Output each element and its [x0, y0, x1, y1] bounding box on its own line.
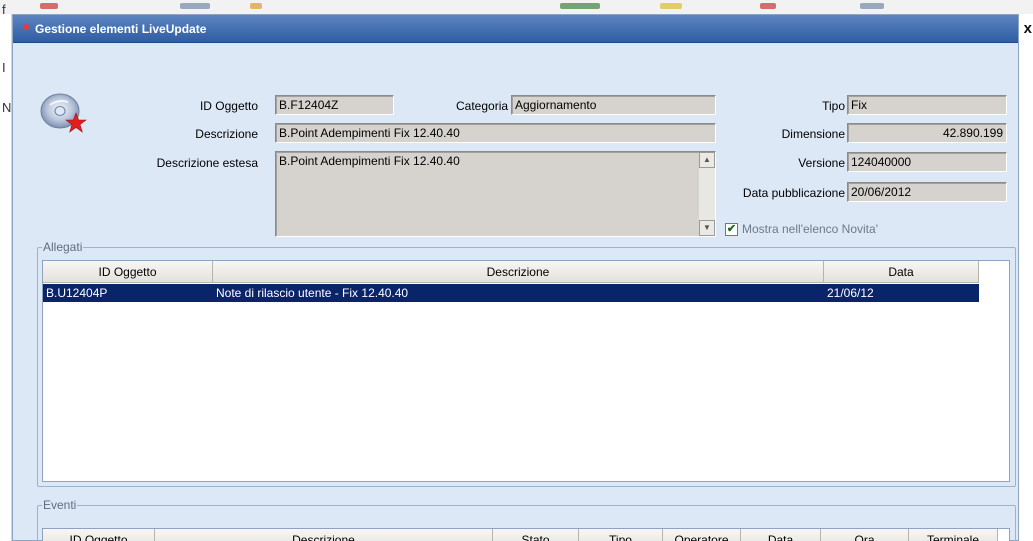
descrizione-estesa-textarea[interactable]: B.Point Adempimenti Fix 12.40.40 ▲ ▼: [275, 151, 716, 237]
descrizione-label: Descrizione: [195, 127, 258, 141]
column-header-descrizione[interactable]: Descrizione: [155, 529, 493, 541]
column-header-tipo[interactable]: Tipo: [579, 529, 663, 541]
id-oggetto-label: ID Oggetto: [199, 99, 258, 113]
id-oggetto-field[interactable]: B.F12404Z: [275, 95, 394, 115]
column-header-data[interactable]: Data: [741, 529, 821, 541]
allegati-group-title: Allegati: [42, 240, 84, 254]
column-header-ora[interactable]: Ora: [821, 529, 909, 541]
column-header-descrizione[interactable]: Descrizione: [213, 261, 824, 283]
scroll-up-icon[interactable]: ▲: [699, 152, 715, 168]
versione-field[interactable]: 124040000: [847, 152, 1007, 172]
allegati-grid[interactable]: ID Oggetto Descrizione Data B.U12404P No…: [42, 260, 1010, 482]
data-pubblicazione-field[interactable]: 20/06/2012: [847, 182, 1007, 202]
title-bar[interactable]: Gestione elementi LiveUpdate: [13, 15, 1018, 43]
cell-id-oggetto: B.U12404P: [46, 286, 108, 300]
background-toolbar-icon: [560, 3, 600, 9]
versione-label: Versione: [798, 156, 845, 170]
window-title: Gestione elementi LiveUpdate: [35, 22, 207, 36]
background-toolbar-icon: [860, 3, 884, 9]
allegati-group: Allegati ID Oggetto Descrizione Data B.U…: [37, 240, 1016, 487]
column-header-data[interactable]: Data: [824, 261, 979, 283]
allegati-grid-header: ID Oggetto Descrizione Data: [43, 261, 979, 283]
categoria-field[interactable]: Aggiornamento: [511, 95, 716, 115]
tipo-field[interactable]: Fix: [847, 95, 1007, 115]
mostra-novita-checkbox[interactable]: ✔: [725, 223, 738, 236]
dimensione-field[interactable]: 42.890.199: [847, 123, 1007, 143]
column-header-stato[interactable]: Stato: [493, 529, 579, 541]
categoria-label: Categoria: [456, 99, 509, 113]
cd-star-icon: [40, 93, 87, 133]
app-dot-icon: [23, 24, 29, 30]
background-toolbar-icon: [180, 3, 210, 9]
background-toolbar-icon: [40, 3, 58, 9]
column-header-id-oggetto[interactable]: ID Oggetto: [43, 529, 155, 541]
eventi-grid[interactable]: ID Oggetto Descrizione Stato Tipo Operat…: [42, 528, 1010, 541]
data-pubblicazione-label: Data pubblicazione: [742, 186, 845, 200]
background-glyph: f: [2, 2, 6, 17]
dimensione-label: Dimensione: [781, 127, 845, 141]
scroll-down-icon[interactable]: ▼: [699, 220, 715, 236]
background-glyph: N: [2, 100, 12, 115]
background-toolbar-icon: [760, 3, 776, 9]
eventi-group-title: Eventi: [42, 498, 78, 512]
cell-data: 21/06/12: [827, 286, 874, 300]
background-app-edge: f I N: [0, 2, 12, 541]
background-toolbar-strip: [0, 0, 1033, 14]
column-header-terminale[interactable]: Terminale: [909, 529, 998, 541]
tipo-label: Tipo: [822, 99, 845, 113]
eventi-group: Eventi ID Oggetto Descrizione Stato Tipo…: [37, 498, 1016, 541]
mostra-novita-label: Mostra nell'elenco Novita': [742, 222, 878, 236]
background-toolbar-icon: [660, 3, 682, 9]
descrizione-estesa-label: Descrizione estesa: [156, 156, 258, 170]
descrizione-estesa-text: B.Point Adempimenti Fix 12.40.40: [279, 154, 460, 168]
column-header-id-oggetto[interactable]: ID Oggetto: [43, 261, 213, 283]
column-header-operatore[interactable]: Operatore: [663, 529, 741, 541]
descrizione-field[interactable]: B.Point Adempimenti Fix 12.40.40: [275, 123, 716, 143]
cell-descrizione: Note di rilascio utente - Fix 12.40.40: [216, 286, 409, 300]
table-row[interactable]: B.U12404P Note di rilascio utente - Fix …: [43, 284, 979, 302]
background-toolbar-icon: [250, 3, 262, 9]
eventi-grid-header: ID Oggetto Descrizione Stato Tipo Operat…: [43, 529, 998, 541]
background-glyph: I: [2, 60, 6, 75]
close-icon[interactable]: x: [1024, 20, 1032, 37]
liveupdate-dialog: Gestione elementi LiveUpdate ID Oggetto …: [12, 14, 1019, 541]
